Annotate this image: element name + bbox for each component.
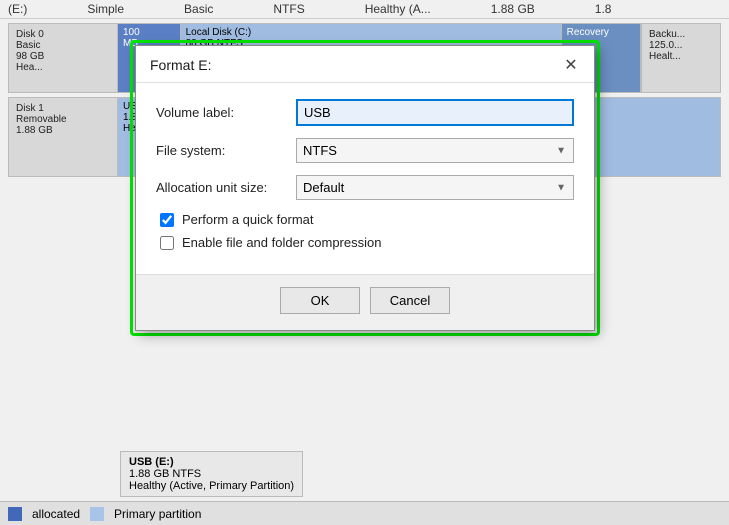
file-system-label: File system: (156, 143, 296, 158)
disk0-label: Disk 0 (16, 29, 110, 40)
format-dialog-wrapper: Format E: ✕ Volume label: File system: N… (130, 40, 600, 336)
bg-col-extra: 1.8 (595, 2, 612, 16)
dialog-titlebar: Format E: ✕ (136, 46, 594, 83)
disk1-type: Removable (16, 114, 110, 125)
volume-label-control (296, 99, 574, 126)
usb-info-box: USB (E:) 1.88 GB NTFS Healthy (Active, P… (120, 451, 303, 497)
file-system-select-wrapper: NTFS FAT32 exFAT (296, 138, 574, 163)
bg-col-e: (E:) (8, 2, 27, 16)
disk0-info: Disk 0 Basic 98 GB Hea... (8, 23, 118, 93)
backup-size: 125.0... (649, 40, 713, 51)
close-button[interactable]: ✕ (562, 56, 580, 74)
legend-primary-icon (90, 507, 104, 521)
allocation-unit-row: Allocation unit size: Default 512 bytes … (156, 175, 574, 200)
allocation-unit-select-wrapper: Default 512 bytes 1024 bytes 2048 bytes … (296, 175, 574, 200)
bg-col-simple: Simple (87, 2, 124, 16)
usb-info-line3: Healthy (Active, Primary Partition) (129, 480, 294, 492)
allocation-unit-select[interactable]: Default 512 bytes 1024 bytes 2048 bytes … (296, 175, 574, 200)
usb-info-line1: USB (E:) (129, 456, 294, 468)
bg-header: (E:) Simple Basic NTFS Healthy (A... 1.8… (0, 0, 729, 19)
checkboxes-section: Perform a quick format Enable file and f… (156, 212, 574, 250)
format-dialog: Format E: ✕ Volume label: File system: N… (135, 45, 595, 331)
dialog-footer: OK Cancel (136, 274, 594, 330)
file-system-select[interactable]: NTFS FAT32 exFAT (296, 138, 574, 163)
compression-row: Enable file and folder compression (156, 235, 574, 250)
volume-label-label: Volume label: (156, 105, 296, 120)
legend-primary-label: Primary partition (114, 507, 201, 521)
disk1-label: Disk 1 (16, 103, 110, 114)
compression-label: Enable file and folder compression (182, 235, 381, 250)
volume-label-row: Volume label: (156, 99, 574, 126)
legend-allocated-label: allocated (32, 507, 80, 521)
usb-info-line2: 1.88 GB NTFS (129, 468, 294, 480)
disk1-size: 1.88 GB (16, 125, 110, 136)
backup-label: Backu... (649, 29, 713, 40)
compression-checkbox[interactable] (160, 236, 174, 250)
backup-status: Healt... (649, 51, 713, 62)
allocation-unit-label: Allocation unit size: (156, 180, 296, 195)
dialog-title: Format E: (150, 57, 211, 73)
dialog-body: Volume label: File system: NTFS FAT32 ex… (136, 83, 594, 274)
volume-label-input[interactable] (296, 99, 574, 126)
backup-info: Backu... 125.0... Healt... (641, 23, 721, 93)
quick-format-row: Perform a quick format (156, 212, 574, 227)
disk1-info: Disk 1 Removable 1.88 GB (8, 97, 118, 177)
bg-col-size: 1.88 GB (491, 2, 535, 16)
quick-format-checkbox[interactable] (160, 213, 174, 227)
legend-allocated-icon (8, 507, 22, 521)
cancel-button[interactable]: Cancel (370, 287, 450, 314)
status-bar: allocated Primary partition (0, 501, 729, 525)
bg-col-healthy: Healthy (A... (365, 2, 431, 16)
file-system-row: File system: NTFS FAT32 exFAT (156, 138, 574, 163)
disk0-status: Hea... (16, 62, 110, 73)
ok-button[interactable]: OK (280, 287, 360, 314)
disk0-type: Basic (16, 40, 110, 51)
disk0-size: 98 GB (16, 51, 110, 62)
quick-format-label: Perform a quick format (182, 212, 314, 227)
bg-col-ntfs: NTFS (273, 2, 304, 16)
bg-col-basic: Basic (184, 2, 213, 16)
